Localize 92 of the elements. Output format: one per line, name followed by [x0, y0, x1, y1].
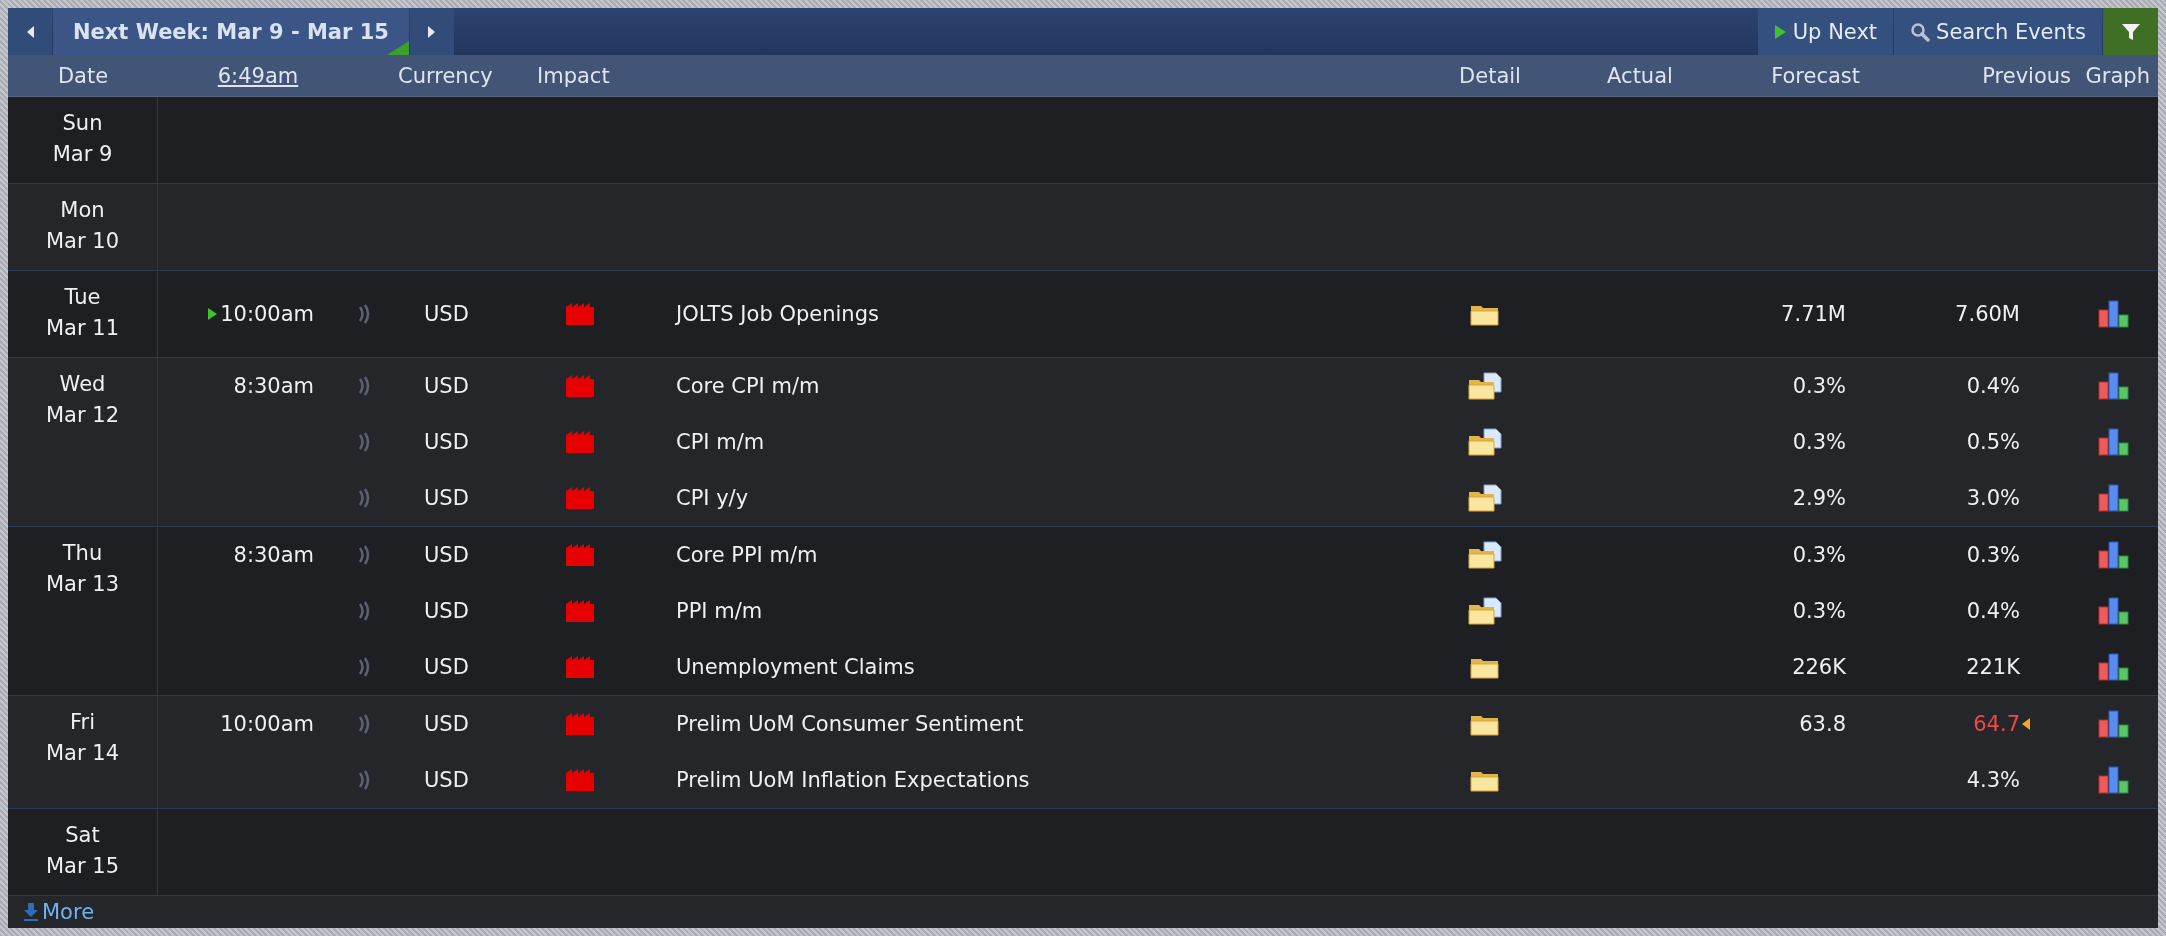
- previous-value: 4.3%: [1966, 768, 2020, 792]
- previous-value: 0.3%: [1966, 543, 2020, 567]
- previous-value: 3.0%: [1966, 486, 2020, 510]
- event-time: 8:30am: [233, 374, 314, 398]
- forecast-value: 0.3%: [1792, 599, 1846, 623]
- event-title[interactable]: JOLTS Job Openings: [676, 302, 879, 326]
- graph-column-header: Graph: [2084, 63, 2151, 88]
- currency-column-header: Currency: [397, 63, 494, 88]
- sound-icon[interactable]: [358, 375, 372, 397]
- play-icon: [1773, 23, 1787, 40]
- next-week-button[interactable]: [409, 8, 454, 55]
- event-title[interactable]: Core PPI m/m: [676, 543, 818, 567]
- currency-label: USD: [423, 768, 470, 792]
- currency-label: USD: [423, 599, 470, 623]
- detail-column-header: Detail: [1458, 63, 1522, 88]
- date-cell: Sun Mar 9: [8, 97, 158, 183]
- more-link[interactable]: More: [24, 900, 95, 924]
- date-cell: Tue Mar 11: [8, 271, 158, 357]
- forecast-value: 0.3%: [1792, 374, 1846, 398]
- bar-chart-icon[interactable]: [2098, 766, 2130, 794]
- currency-label: USD: [423, 430, 470, 454]
- event-title[interactable]: Core CPI m/m: [676, 374, 820, 398]
- currency-label: USD: [423, 374, 470, 398]
- filter-button[interactable]: [2103, 8, 2158, 55]
- currency-label: USD: [423, 486, 470, 510]
- sound-icon[interactable]: [358, 656, 372, 678]
- currency-label: USD: [423, 302, 470, 326]
- forecast-value: 7.71M: [1781, 302, 1846, 326]
- filter-icon: [2120, 21, 2141, 42]
- left-arrow-icon: [25, 24, 35, 39]
- previous-value: 7.60M: [1955, 302, 2020, 326]
- forecast-value: 63.8: [1799, 712, 1846, 736]
- actual-column-header: Actual: [1606, 63, 1674, 88]
- event-title[interactable]: Unemployment Claims: [676, 655, 915, 679]
- bar-chart-icon[interactable]: [2098, 653, 2130, 681]
- forecast-value: 0.3%: [1792, 430, 1846, 454]
- event-title[interactable]: PPI m/m: [676, 599, 763, 623]
- forecast-value: 226K: [1792, 655, 1846, 679]
- date-cell: Thu Mar 13: [8, 527, 158, 695]
- event-title[interactable]: CPI y/y: [676, 486, 749, 510]
- currency-label: USD: [423, 655, 470, 679]
- bar-chart-icon[interactable]: [2098, 541, 2130, 569]
- bar-chart-icon[interactable]: [2098, 372, 2130, 400]
- event-title[interactable]: Prelim UoM Inflation Expectations: [676, 768, 1030, 792]
- event-time: 10:00am: [220, 302, 314, 326]
- bar-chart-icon[interactable]: [2098, 428, 2130, 456]
- event-title[interactable]: Prelim UoM Consumer Sentiment: [676, 712, 1024, 736]
- sound-icon[interactable]: [358, 769, 372, 791]
- date-column-header: Date: [56, 63, 110, 88]
- date-cell: Mon Mar 10: [8, 184, 158, 270]
- previous-value: 0.4%: [1966, 374, 2020, 398]
- sound-icon[interactable]: [358, 600, 372, 622]
- date-cell: Wed Mar 12: [8, 358, 158, 526]
- forecast-column-header: Forecast: [1770, 63, 1861, 88]
- current-time-link[interactable]: 6:49am: [217, 63, 299, 88]
- right-arrow-icon: [426, 24, 437, 39]
- date-cell: Fri Mar 14: [8, 696, 158, 808]
- previous-value: 0.4%: [1966, 599, 2020, 623]
- folder-document-icon[interactable]: [1468, 484, 1502, 512]
- previous-value: 221K: [1966, 655, 2020, 679]
- folder-document-icon[interactable]: [1468, 541, 1502, 569]
- up-next-button[interactable]: Up Next: [1757, 8, 1894, 55]
- impact-column-header: Impact: [536, 63, 611, 88]
- event-title[interactable]: CPI m/m: [676, 430, 765, 454]
- bar-chart-icon[interactable]: [2098, 484, 2130, 512]
- previous-week-button[interactable]: [8, 8, 52, 55]
- folder-document-icon[interactable]: [1468, 372, 1502, 400]
- currency-label: USD: [423, 712, 470, 736]
- revision-marker-icon: [2022, 718, 2030, 730]
- forecast-value: 2.9%: [1792, 486, 1846, 510]
- sound-icon[interactable]: [358, 544, 372, 566]
- date-cell: Sat Mar 15: [8, 809, 158, 895]
- sound-icon[interactable]: [358, 303, 372, 325]
- folder-document-icon[interactable]: [1468, 428, 1502, 456]
- currency-label: USD: [423, 543, 470, 567]
- folder-document-icon[interactable]: [1468, 597, 1502, 625]
- previous-value: 64.7: [1973, 712, 2020, 736]
- previous-column-header: Previous: [1981, 63, 2072, 88]
- forecast-value: 0.3%: [1792, 543, 1846, 567]
- bar-chart-icon[interactable]: [2098, 597, 2130, 625]
- search-events-button[interactable]: Search Events: [1894, 8, 2102, 55]
- sound-icon[interactable]: [358, 713, 372, 735]
- search-icon: [1910, 21, 1931, 42]
- event-time: 8:30am: [233, 543, 314, 567]
- sound-icon[interactable]: [358, 487, 372, 509]
- download-icon: [24, 903, 38, 921]
- sound-icon[interactable]: [358, 431, 372, 453]
- bar-chart-icon[interactable]: [2098, 300, 2130, 328]
- previous-value: 0.5%: [1966, 430, 2020, 454]
- event-time: 10:00am: [220, 712, 314, 736]
- bar-chart-icon[interactable]: [2098, 710, 2130, 738]
- week-title[interactable]: Next Week: Mar 9 - Mar 15: [53, 8, 409, 55]
